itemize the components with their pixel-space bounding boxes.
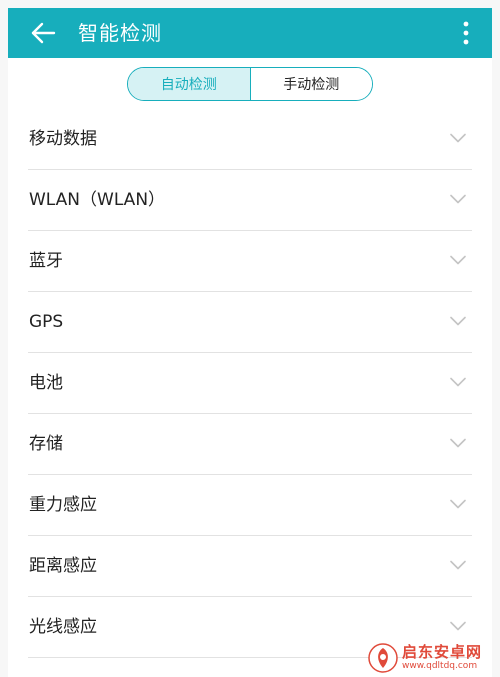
list-item-proximity-sensor[interactable]: 距离感应 [28, 536, 472, 597]
app-bar: 智能检测 [8, 8, 492, 58]
more-button[interactable] [458, 18, 474, 48]
list-item-battery[interactable]: 电池 [28, 353, 472, 414]
chevron-down-icon [450, 377, 466, 387]
app-window: 智能检测 自动检测 手动检测 移动数据 WLAN（WLAN） 蓝牙 GPS 电池… [8, 8, 492, 677]
detection-item-list: 移动数据 WLAN（WLAN） 蓝牙 GPS 电池 存储 重力感应 距离感应 光… [8, 109, 492, 658]
arrow-left-icon [31, 22, 56, 44]
list-item-label: WLAN（WLAN） [29, 190, 166, 210]
tab-auto-detect[interactable]: 自动检测 [128, 68, 251, 100]
list-item-label: 移动数据 [29, 129, 97, 149]
chevron-down-icon [450, 560, 466, 570]
list-item-label: 光线感应 [29, 617, 97, 637]
watermark-name: 启东安卓网 [402, 643, 483, 661]
list-item-label: GPS [29, 312, 64, 332]
list-item-mobile-data[interactable]: 移动数据 [28, 109, 472, 170]
list-item-gravity-sensor[interactable]: 重力感应 [28, 475, 472, 536]
screen-frame: 智能检测 自动检测 手动检测 移动数据 WLAN（WLAN） 蓝牙 GPS 电池… [0, 0, 500, 677]
list-item-wlan[interactable]: WLAN（WLAN） [28, 170, 472, 231]
list-item-label: 距离感应 [29, 556, 97, 576]
tab-manual-detect[interactable]: 手动检测 [250, 68, 372, 100]
chevron-down-icon [450, 621, 466, 631]
list-item-label: 蓝牙 [29, 251, 63, 271]
chevron-down-icon [450, 133, 466, 143]
back-button[interactable] [28, 18, 58, 48]
list-item-gps[interactable]: GPS [28, 292, 472, 353]
chevron-down-icon [450, 438, 466, 448]
page-title: 智能检测 [78, 21, 162, 45]
watermark-text: 启东安卓网 www.qdltdq.com [402, 645, 482, 671]
chevron-down-icon [450, 499, 466, 509]
watermark-url: www.qdltdq.com [402, 661, 478, 671]
chevron-down-icon [450, 255, 466, 265]
list-item-label: 重力感应 [29, 495, 97, 515]
list-item-label: 电池 [29, 373, 63, 393]
chevron-down-icon [450, 316, 466, 326]
list-item-storage[interactable]: 存储 [28, 414, 472, 475]
list-item-bluetooth[interactable]: 蓝牙 [28, 231, 472, 292]
watermark-logo-icon [368, 643, 398, 673]
list-item-label: 存储 [29, 434, 63, 454]
site-watermark: 启东安卓网 www.qdltdq.com [368, 641, 496, 675]
more-vertical-icon [463, 21, 469, 45]
detection-mode-switch: 自动检测 手动检测 [127, 67, 373, 101]
chevron-down-icon [450, 194, 466, 204]
